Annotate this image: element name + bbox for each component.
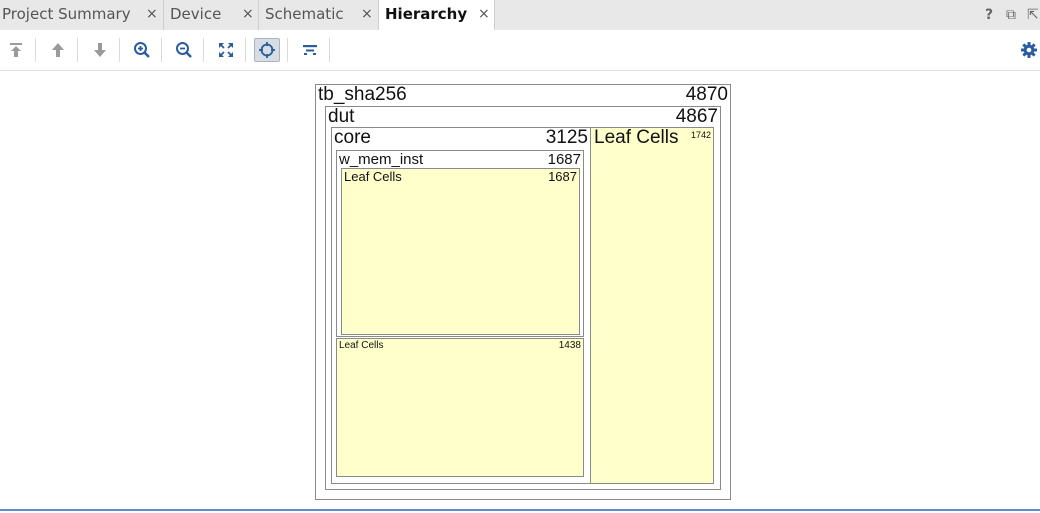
toolbar-separator (287, 38, 288, 62)
restore-icon[interactable]: ⧉ (1006, 7, 1016, 23)
tab-label: Project Summary (2, 5, 131, 23)
hierarchy-node-w-mem-leaf-cells[interactable]: Leaf Cells 1687 (341, 168, 580, 335)
move-up-icon (52, 43, 64, 57)
zoom-out-button[interactable] (171, 38, 197, 62)
node-name: dut (328, 106, 355, 127)
toolbar-separator (119, 38, 120, 62)
hierarchy-node-core-leaf-cells[interactable]: Leaf Cells 1438 (336, 338, 584, 477)
help-icon[interactable]: ? (985, 7, 993, 23)
node-name: tb_sha256 (318, 84, 407, 105)
node-count: 1438 (558, 340, 581, 351)
node-count: 1742 (690, 130, 711, 140)
tab-label: Device (170, 5, 222, 23)
close-icon[interactable]: × (478, 0, 490, 28)
zoom-out-icon (176, 42, 192, 58)
toolbar-separator (203, 38, 204, 62)
tab-device[interactable]: Device × (164, 0, 259, 30)
node-name: Leaf Cells (594, 127, 679, 148)
node-count: 4867 (675, 106, 718, 127)
node-count: 1687 (548, 169, 577, 184)
fit-to-view-button[interactable] (213, 38, 239, 62)
fit-to-view-icon (219, 43, 233, 57)
zoom-in-button[interactable] (129, 38, 155, 62)
layout-icon (303, 45, 317, 55)
tab-project-summary[interactable]: Project Summary × (0, 0, 164, 30)
crosshair-toggle-button[interactable] (254, 38, 280, 62)
hierarchy-node-dut-leaf-cells[interactable]: Leaf Cells 1742 (590, 127, 714, 484)
settings-button[interactable] (1016, 38, 1040, 62)
node-count: 3125 (545, 127, 588, 148)
node-name: Leaf Cells (344, 169, 402, 184)
move-to-top-button[interactable] (3, 38, 29, 62)
close-icon[interactable]: × (361, 0, 373, 28)
node-name: core (334, 127, 371, 148)
close-icon[interactable]: × (242, 0, 254, 28)
tab-label: Hierarchy (385, 5, 468, 23)
move-up-button[interactable] (45, 38, 71, 62)
close-icon[interactable]: × (146, 0, 158, 28)
toolbar-separator (245, 38, 246, 62)
toolbar-separator (329, 38, 330, 62)
node-name: w_mem_inst (339, 151, 424, 168)
crosshair-icon (259, 42, 275, 58)
tab-label: Schematic (265, 5, 344, 23)
tab-bar: Project Summary × Device × Schematic × H… (0, 0, 1040, 30)
move-to-top-icon (10, 43, 22, 57)
toolbar-separator (35, 38, 36, 62)
hierarchy-canvas[interactable]: tb_sha256 4870 dut 4867 core 3125 Leaf C… (0, 71, 1040, 509)
move-down-icon (94, 43, 106, 57)
move-down-button[interactable] (87, 38, 113, 62)
zoom-in-icon (134, 42, 150, 58)
panel-bottom-border (0, 509, 1040, 511)
toolbar-separator (77, 38, 78, 62)
tab-hierarchy[interactable]: Hierarchy × (379, 0, 495, 30)
toolbar-separator (161, 38, 162, 62)
node-count: 4870 (685, 84, 728, 105)
node-name: Leaf Cells (339, 340, 384, 351)
settings-gear-icon (1021, 42, 1037, 58)
float-icon[interactable]: ⇱ (1027, 7, 1039, 23)
tab-schematic[interactable]: Schematic × (259, 0, 379, 30)
node-count: 1687 (547, 151, 581, 168)
layout-button[interactable] (297, 38, 323, 62)
toolbar (0, 30, 1040, 71)
